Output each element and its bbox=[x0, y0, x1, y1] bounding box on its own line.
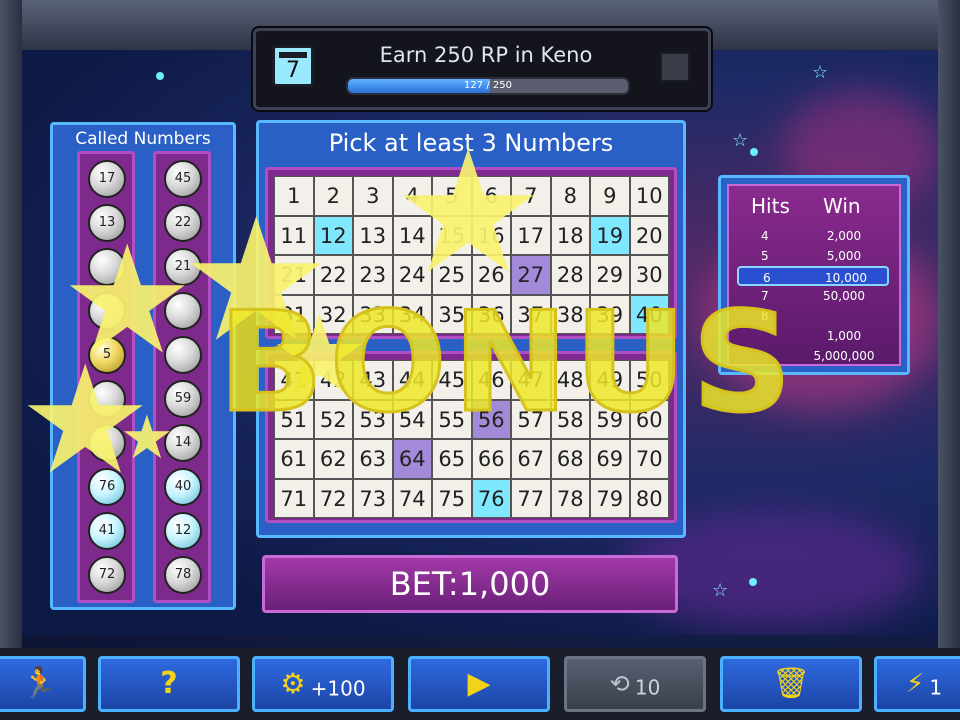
called-ball: 17 bbox=[88, 160, 126, 198]
called-ball: 40 bbox=[164, 468, 202, 506]
bet-display[interactable]: BET:1,000 bbox=[262, 555, 678, 613]
help-button[interactable]: ? bbox=[98, 656, 240, 712]
left-frame bbox=[0, 0, 22, 660]
right-frame bbox=[938, 0, 960, 660]
number-cell[interactable]: 67 bbox=[511, 439, 551, 479]
coin-icon: ⚙ bbox=[280, 667, 306, 700]
number-cell[interactable]: 64 bbox=[392, 439, 432, 479]
number-cell[interactable]: 19 bbox=[590, 215, 630, 255]
number-cell[interactable]: 61 bbox=[274, 439, 314, 479]
number-cell[interactable]: 3 bbox=[353, 176, 393, 216]
mission-banner: 7 Earn 250 RP in Keno 127 / 250 bbox=[253, 28, 711, 110]
coin-bonus-button[interactable]: ⚙ +100 bbox=[252, 656, 394, 712]
number-cell[interactable]: 77 bbox=[511, 478, 551, 518]
number-cell[interactable]: 80 bbox=[629, 478, 669, 518]
number-cell[interactable]: 62 bbox=[313, 439, 353, 479]
number-cell[interactable]: 69 bbox=[590, 439, 630, 479]
number-cell[interactable]: 73 bbox=[353, 478, 393, 518]
question-icon: ? bbox=[160, 666, 178, 701]
paytable-win-header: Win bbox=[823, 194, 861, 218]
autoplay-button[interactable]: ⟲ 10 bbox=[564, 656, 706, 712]
mission-title: Earn 250 RP in Keno bbox=[379, 43, 593, 67]
paytable-hits-header: Hits bbox=[751, 194, 790, 218]
number-cell[interactable]: 76 bbox=[471, 478, 511, 518]
number-cell[interactable]: 72 bbox=[313, 478, 353, 518]
star-icon: ☆ bbox=[812, 62, 829, 83]
repeat-icon: ⟲ bbox=[609, 670, 630, 698]
bonus-star-icon: ★ bbox=[392, 114, 545, 312]
exit-icon: 🏃 bbox=[21, 666, 59, 701]
turbo-label: 1 bbox=[929, 675, 943, 700]
star-dot bbox=[156, 72, 164, 80]
bet-label: BET: bbox=[389, 565, 459, 603]
play-button[interactable]: ▶ bbox=[408, 656, 550, 712]
called-ball: 78 bbox=[164, 556, 202, 594]
called-ball: 72 bbox=[88, 556, 126, 594]
star-icon: ☆ bbox=[732, 130, 749, 151]
star-dot bbox=[749, 578, 757, 586]
number-cell[interactable]: 63 bbox=[353, 439, 393, 479]
star-icon: ☆ bbox=[712, 580, 729, 601]
coin-bonus-label: +100 bbox=[310, 676, 366, 701]
mission-checkbox[interactable] bbox=[660, 52, 690, 82]
number-cell[interactable]: 68 bbox=[550, 439, 590, 479]
bonus-overlay-text: BONUS bbox=[217, 281, 798, 445]
number-cell[interactable]: 78 bbox=[550, 478, 590, 518]
paytable-row: 4 2,000 bbox=[737, 226, 889, 246]
lightning-icon: ⚡ bbox=[905, 669, 925, 699]
turbo-button[interactable]: ⚡ 1 bbox=[874, 656, 960, 712]
mission-progress-bar: 127 / 250 bbox=[346, 77, 630, 95]
paytable-win-value: 5,000 bbox=[826, 249, 862, 263]
number-cell[interactable]: 20 bbox=[629, 215, 669, 255]
number-cell[interactable]: 65 bbox=[432, 439, 472, 479]
number-cell[interactable]: 18 bbox=[550, 215, 590, 255]
number-cell[interactable]: 74 bbox=[392, 478, 432, 518]
paytable-win-value: 2,000 bbox=[826, 229, 862, 243]
autoplay-count: 10 bbox=[634, 675, 661, 700]
calendar-icon: 7 bbox=[272, 45, 314, 87]
bet-value: 1,000 bbox=[458, 565, 551, 603]
star-dot bbox=[750, 148, 758, 156]
paytable-row: 5 5,000 bbox=[737, 246, 889, 266]
called-numbers-title: Called Numbers bbox=[75, 129, 211, 149]
number-cell[interactable]: 8 bbox=[550, 176, 590, 216]
number-cell[interactable]: 71 bbox=[274, 478, 314, 518]
number-cell[interactable]: 9 bbox=[590, 176, 630, 216]
mission-progress-text: 127 / 250 bbox=[464, 80, 512, 91]
number-cell[interactable]: 70 bbox=[629, 439, 669, 479]
trash-icon: 🗑 bbox=[771, 666, 811, 701]
bottom-toolbar: 🏃 ? ⚙ +100 ▶ ⟲ 10 🗑 ⚡ 1 bbox=[0, 648, 960, 720]
number-cell[interactable]: 75 bbox=[432, 478, 472, 518]
number-cell[interactable]: 79 bbox=[590, 478, 630, 518]
exit-button[interactable]: 🏃 bbox=[0, 656, 86, 712]
number-cell[interactable]: 13 bbox=[353, 215, 393, 255]
play-icon: ▶ bbox=[467, 666, 491, 701]
number-cell[interactable]: 10 bbox=[629, 176, 669, 216]
called-ball: 12 bbox=[164, 512, 202, 550]
called-ball: 41 bbox=[88, 512, 126, 550]
number-cell[interactable]: 66 bbox=[471, 439, 511, 479]
clear-button[interactable]: 🗑 bbox=[720, 656, 862, 712]
paytable-hits-value: 4 bbox=[761, 229, 769, 243]
paytable-hits-value: 5 bbox=[761, 249, 769, 263]
